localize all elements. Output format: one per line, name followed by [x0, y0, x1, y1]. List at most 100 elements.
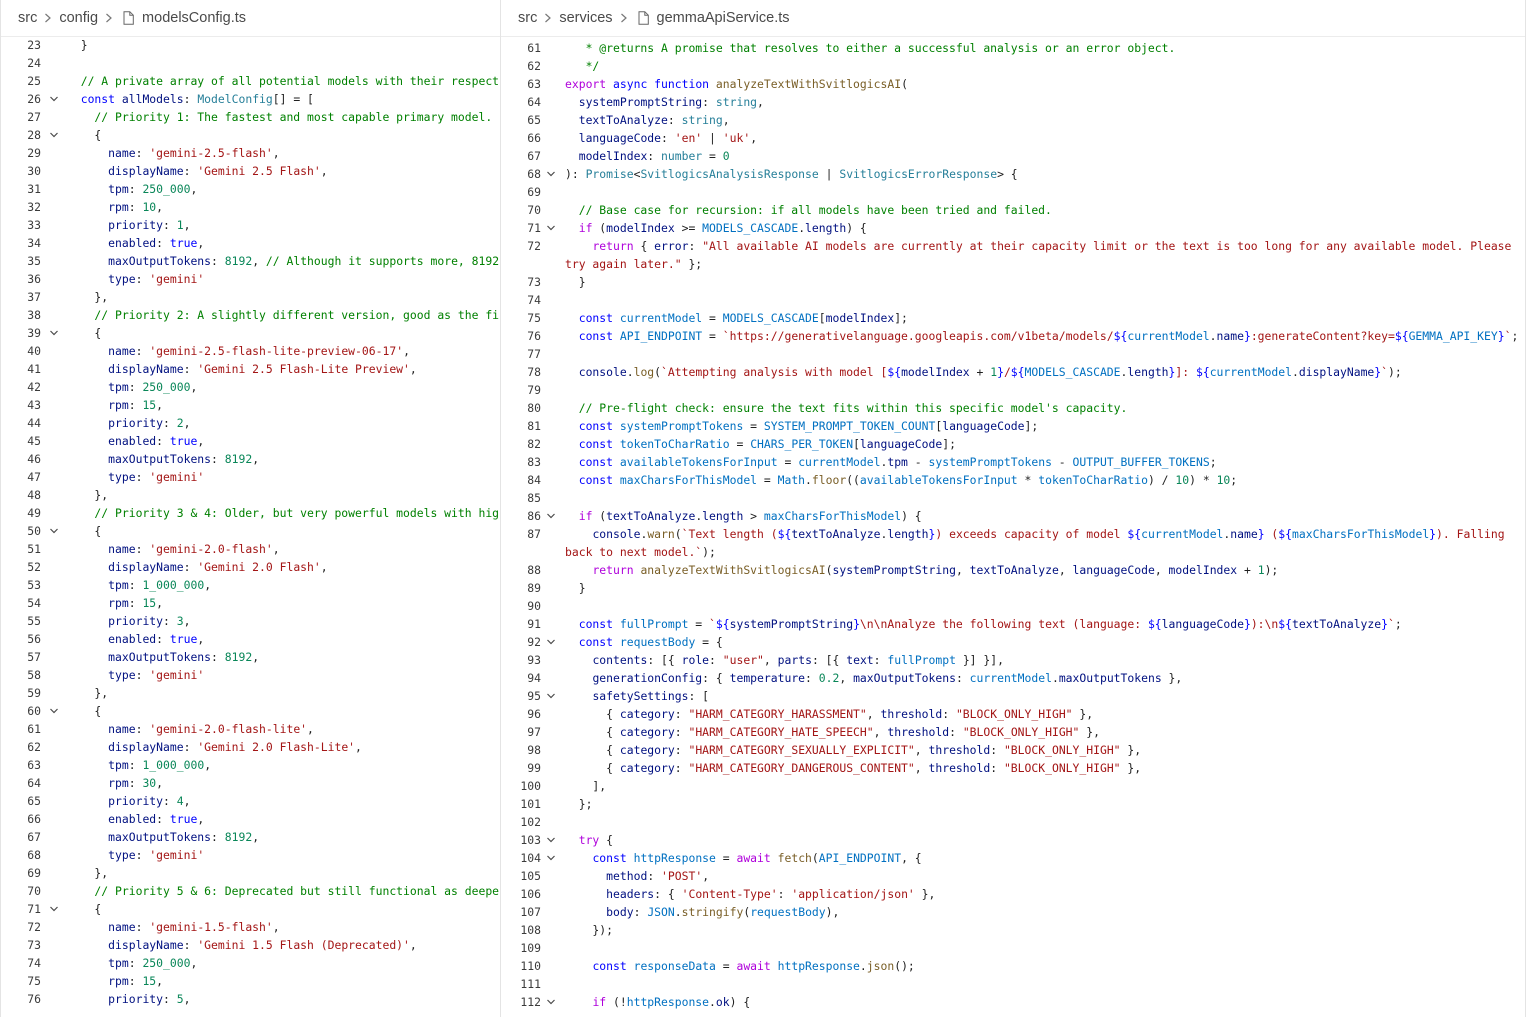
- breadcrumb-folder-config[interactable]: config: [59, 10, 98, 26]
- code-line[interactable]: 99 { category: "HARM_CATEGORY_DANGEROUS_…: [501, 759, 1525, 777]
- code-line[interactable]: 87 console.warn(`Text length (${textToAn…: [501, 525, 1525, 561]
- code-line[interactable]: 51 name: 'gemini-2.0-flash',: [1, 540, 500, 558]
- code-line[interactable]: 91 const fullPrompt = `${systemPromptStr…: [501, 615, 1525, 633]
- code-line[interactable]: 76 const API_ENDPOINT = `https://generat…: [501, 327, 1525, 345]
- code-line[interactable]: 50 {: [1, 522, 500, 540]
- code-line[interactable]: 45 enabled: true,: [1, 432, 500, 450]
- code-line[interactable]: 23 }: [1, 37, 500, 54]
- code-line[interactable]: 107 body: JSON.stringify(requestBody),: [501, 903, 1525, 921]
- code-line[interactable]: 75 const currentModel = MODELS_CASCADE[m…: [501, 309, 1525, 327]
- code-line[interactable]: 46 maxOutputTokens: 8192,: [1, 450, 500, 468]
- code-line[interactable]: 42 tpm: 250_000,: [1, 378, 500, 396]
- code-editor[interactable]: 61 * @returns A promise that resolves to…: [501, 37, 1525, 1017]
- code-line[interactable]: 62 displayName: 'Gemini 2.0 Flash-Lite',: [1, 738, 500, 756]
- code-line[interactable]: 24: [1, 54, 500, 72]
- fold-chevron-icon[interactable]: [546, 687, 556, 705]
- code-line[interactable]: 76 priority: 5,: [1, 990, 500, 1008]
- code-line[interactable]: 81 const systemPromptTokens = SYSTEM_PRO…: [501, 417, 1525, 435]
- code-line[interactable]: 57 maxOutputTokens: 8192,: [1, 648, 500, 666]
- code-line[interactable]: 52 displayName: 'Gemini 2.0 Flash',: [1, 558, 500, 576]
- code-line[interactable]: 70 // Priority 5 & 6: Deprecated but sti…: [1, 882, 500, 900]
- fold-chevron-icon[interactable]: [546, 831, 556, 849]
- code-line[interactable]: 26 const allModels: ModelConfig[] = [: [1, 90, 500, 108]
- code-line[interactable]: 94 generationConfig: { temperature: 0.2,…: [501, 669, 1525, 687]
- code-line[interactable]: 68 type: 'gemini': [1, 846, 500, 864]
- code-line[interactable]: 95 safetySettings: [: [501, 687, 1525, 705]
- code-line[interactable]: 32 rpm: 10,: [1, 198, 500, 216]
- code-line[interactable]: 48 },: [1, 486, 500, 504]
- code-line[interactable]: 73 displayName: 'Gemini 1.5 Flash (Depre…: [1, 936, 500, 954]
- code-line[interactable]: 69 },: [1, 864, 500, 882]
- right-editor-pane[interactable]: src services gemmaApiService.ts 61 * @re…: [500, 0, 1526, 1017]
- code-line[interactable]: 72 name: 'gemini-1.5-flash',: [1, 918, 500, 936]
- code-line[interactable]: 36 type: 'gemini': [1, 270, 500, 288]
- code-line[interactable]: 58 type: 'gemini': [1, 666, 500, 684]
- code-line[interactable]: 106 headers: { 'Content-Type': 'applicat…: [501, 885, 1525, 903]
- code-line[interactable]: 30 displayName: 'Gemini 2.5 Flash',: [1, 162, 500, 180]
- code-line[interactable]: 56 enabled: true,: [1, 630, 500, 648]
- code-line[interactable]: 63 tpm: 1_000_000,: [1, 756, 500, 774]
- code-line[interactable]: 93 contents: [{ role: "user", parts: [{ …: [501, 651, 1525, 669]
- code-line[interactable]: 96 { category: "HARM_CATEGORY_HARASSMENT…: [501, 705, 1525, 723]
- code-line[interactable]: 60 {: [1, 702, 500, 720]
- fold-chevron-icon[interactable]: [49, 522, 59, 540]
- code-line[interactable]: 31 tpm: 250_000,: [1, 180, 500, 198]
- code-line[interactable]: 39 {: [1, 324, 500, 342]
- code-line[interactable]: 109: [501, 939, 1525, 957]
- code-line[interactable]: 69: [501, 183, 1525, 201]
- code-line[interactable]: 33 priority: 1,: [1, 216, 500, 234]
- code-line[interactable]: 49 // Priority 3 & 4: Older, but very po…: [1, 504, 500, 522]
- code-line[interactable]: 110 const responseData = await httpRespo…: [501, 957, 1525, 975]
- code-line[interactable]: 64 systemPromptString: string,: [501, 93, 1525, 111]
- code-line[interactable]: 100 ],: [501, 777, 1525, 795]
- code-line[interactable]: 44 priority: 2,: [1, 414, 500, 432]
- code-line[interactable]: 53 tpm: 1_000_000,: [1, 576, 500, 594]
- code-line[interactable]: 79: [501, 381, 1525, 399]
- code-line[interactable]: 77: [501, 345, 1525, 363]
- breadcrumb-file-name[interactable]: modelsConfig.ts: [142, 10, 246, 26]
- code-line[interactable]: 85: [501, 489, 1525, 507]
- code-line[interactable]: 98 { category: "HARM_CATEGORY_SEXUALLY_E…: [501, 741, 1525, 759]
- code-line[interactable]: 74 tpm: 250_000,: [1, 954, 500, 972]
- code-line[interactable]: 28 {: [1, 126, 500, 144]
- code-line[interactable]: 72 return { error: "All available AI mod…: [501, 237, 1525, 273]
- code-line[interactable]: 35 maxOutputTokens: 8192, // Although it…: [1, 252, 500, 270]
- code-line[interactable]: 108 });: [501, 921, 1525, 939]
- code-line[interactable]: 40 name: 'gemini-2.5-flash-lite-preview-…: [1, 342, 500, 360]
- code-line[interactable]: 67 modelIndex: number = 0: [501, 147, 1525, 165]
- code-line[interactable]: 65 priority: 4,: [1, 792, 500, 810]
- fold-chevron-icon[interactable]: [546, 219, 556, 237]
- code-line[interactable]: 90: [501, 597, 1525, 615]
- breadcrumb-file-name[interactable]: gemmaApiService.ts: [657, 10, 790, 26]
- code-line[interactable]: 67 maxOutputTokens: 8192,: [1, 828, 500, 846]
- fold-chevron-icon[interactable]: [546, 849, 556, 867]
- code-line[interactable]: 61 name: 'gemini-2.0-flash-lite',: [1, 720, 500, 738]
- code-line[interactable]: 34 enabled: true,: [1, 234, 500, 252]
- code-line[interactable]: 62 */: [501, 57, 1525, 75]
- fold-chevron-icon[interactable]: [49, 126, 59, 144]
- code-line[interactable]: 71 if (modelIndex >= MODELS_CASCADE.leng…: [501, 219, 1525, 237]
- code-line[interactable]: 89 }: [501, 579, 1525, 597]
- code-line[interactable]: 112 if (!httpResponse.ok) {: [501, 993, 1525, 1011]
- code-line[interactable]: 104 const httpResponse = await fetch(API…: [501, 849, 1525, 867]
- code-line[interactable]: 97 { category: "HARM_CATEGORY_HATE_SPEEC…: [501, 723, 1525, 741]
- code-line[interactable]: 38 // Priority 2: A slightly different v…: [1, 306, 500, 324]
- code-line[interactable]: 111: [501, 975, 1525, 993]
- fold-chevron-icon[interactable]: [546, 993, 556, 1011]
- fold-chevron-icon[interactable]: [49, 324, 59, 342]
- fold-chevron-icon[interactable]: [49, 900, 59, 918]
- code-line[interactable]: 59 },: [1, 684, 500, 702]
- code-line[interactable]: 68): Promise<SvitlogicsAnalysisResponse …: [501, 165, 1525, 183]
- code-line[interactable]: 105 method: 'POST',: [501, 867, 1525, 885]
- breadcrumb-folder-services[interactable]: services: [559, 10, 612, 26]
- code-line[interactable]: 71 {: [1, 900, 500, 918]
- code-line[interactable]: 55 priority: 3,: [1, 612, 500, 630]
- code-line[interactable]: 61 * @returns A promise that resolves to…: [501, 39, 1525, 57]
- code-line[interactable]: 83 const availableTokensForInput = curre…: [501, 453, 1525, 471]
- code-line[interactable]: 75 rpm: 15,: [1, 972, 500, 990]
- fold-chevron-icon[interactable]: [546, 507, 556, 525]
- code-line[interactable]: 102: [501, 813, 1525, 831]
- code-line[interactable]: 101 };: [501, 795, 1525, 813]
- code-line[interactable]: 66 languageCode: 'en' | 'uk',: [501, 129, 1525, 147]
- code-line[interactable]: 65 textToAnalyze: string,: [501, 111, 1525, 129]
